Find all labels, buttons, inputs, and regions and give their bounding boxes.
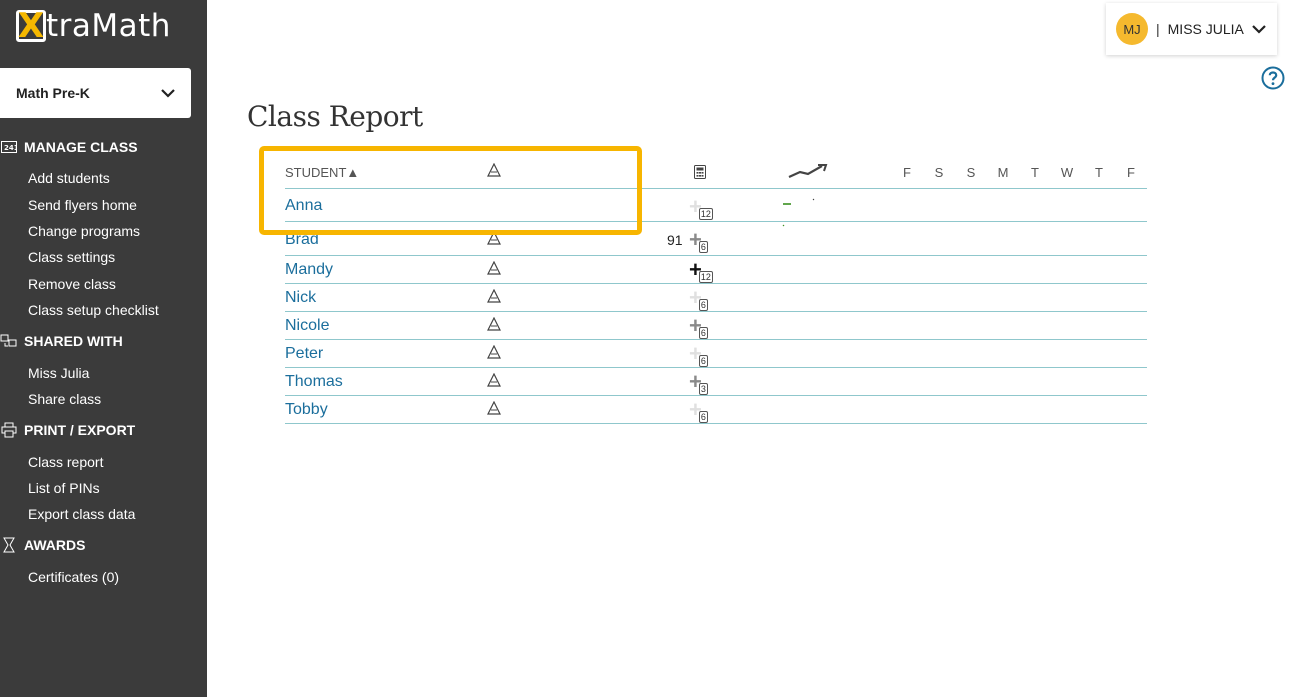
- chevron-down-icon: [1252, 25, 1266, 34]
- nav-miss-julia[interactable]: Miss Julia: [28, 365, 89, 381]
- section-title: SHARED WITH: [24, 333, 123, 349]
- day-header: F: [1127, 165, 1135, 180]
- operation-indicator[interactable]: + 6: [689, 287, 708, 311]
- fluency-icon[interactable]: [487, 316, 501, 336]
- student-column-header[interactable]: STUDENT▲: [285, 165, 359, 180]
- table-row: Nicole + 6: [285, 312, 1147, 340]
- svg-text:241: 241: [4, 144, 17, 152]
- level-badge: 6: [698, 411, 708, 423]
- nav-export-class-data[interactable]: Export class data: [28, 506, 135, 522]
- section-title: PRINT / EXPORT: [24, 422, 136, 438]
- day-header: T: [1031, 165, 1039, 180]
- avatar: MJ: [1116, 13, 1148, 45]
- day-header: W: [1060, 165, 1074, 180]
- operation-indicator[interactable]: + 12: [689, 259, 713, 283]
- nav-class-report[interactable]: Class report: [28, 454, 103, 470]
- section-awards: AWARDS: [0, 537, 85, 553]
- section-manage-class: 241 MANAGE CLASS: [0, 139, 138, 155]
- table-row: Nick + 6: [285, 284, 1147, 312]
- xtramath-logo[interactable]: X traMath: [16, 6, 171, 46]
- fluency-icon[interactable]: [487, 230, 501, 250]
- nav-share-class[interactable]: Share class: [28, 391, 101, 407]
- level-badge: 6: [698, 241, 708, 253]
- student-name-link[interactable]: Thomas: [285, 373, 343, 391]
- page-title: Class Report: [247, 100, 423, 133]
- fluency-icon[interactable]: [487, 372, 501, 392]
- nav-remove-class[interactable]: Remove class: [28, 276, 116, 292]
- level-badge: 6: [698, 299, 708, 311]
- calculator-icon[interactable]: [694, 165, 706, 184]
- student-name-link[interactable]: Nicole: [285, 317, 329, 335]
- table-row: Tobby + 6: [285, 396, 1147, 424]
- operation-indicator[interactable]: + 3: [689, 371, 708, 395]
- fluency-icon[interactable]: [487, 288, 501, 308]
- printer-icon: [0, 422, 18, 438]
- level-badge: 3: [698, 383, 708, 395]
- table-row: Mandy + 12: [285, 256, 1147, 284]
- student-name-link[interactable]: Anna: [285, 197, 322, 215]
- nav-certificates[interactable]: Certificates (0): [28, 569, 119, 585]
- table-row: Peter + 6: [285, 340, 1147, 368]
- nav-class-setup-checklist[interactable]: Class setup checklist: [28, 302, 159, 318]
- sidebar: X traMath Math Pre-K 241 MANAGE CLASS Ad…: [0, 0, 207, 697]
- level-badge: 6: [698, 355, 708, 367]
- student-name-link[interactable]: Nick: [285, 289, 316, 307]
- fluency-icon[interactable]: [487, 162, 501, 182]
- table-header: STUDENT▲ F S S M T W T F: [285, 155, 1147, 189]
- operation-indicator[interactable]: + 6: [689, 399, 708, 423]
- trophy-icon: [0, 537, 18, 553]
- operation-indicator[interactable]: + 6: [689, 229, 708, 253]
- nav-send-flyers[interactable]: Send flyers home: [28, 197, 137, 213]
- nav-list-of-pins[interactable]: List of PINs: [28, 480, 100, 496]
- trend-icon[interactable]: [788, 163, 828, 184]
- chevron-down-icon: [161, 89, 175, 98]
- day-header: S: [966, 165, 976, 180]
- user-name: MISS JULIA: [1167, 21, 1244, 37]
- shared-icon: [0, 333, 18, 349]
- day-header: T: [1095, 165, 1103, 180]
- student-name-link[interactable]: Brad: [285, 231, 319, 249]
- section-title: AWARDS: [24, 537, 86, 553]
- day-header: F: [903, 165, 911, 180]
- section-print-export: PRINT / EXPORT: [0, 422, 135, 438]
- operation-indicator[interactable]: + 6: [689, 343, 708, 367]
- fluency-icon[interactable]: [487, 400, 501, 420]
- section-title: MANAGE CLASS: [24, 139, 138, 155]
- operation-indicator[interactable]: + 12: [689, 196, 713, 220]
- class-icon: 241: [0, 139, 18, 155]
- program-dropdown[interactable]: Math Pre-K: [0, 68, 191, 118]
- section-shared-with: SHARED WITH: [0, 333, 123, 349]
- operation-indicator[interactable]: + 6: [689, 315, 708, 339]
- logo-mark: X: [16, 6, 46, 46]
- nav-class-settings[interactable]: Class settings: [28, 249, 115, 265]
- fluency-icon[interactable]: [487, 260, 501, 280]
- student-name-link[interactable]: Mandy: [285, 261, 333, 279]
- student-name-link[interactable]: Tobby: [285, 401, 328, 419]
- user-menu[interactable]: MJ | MISS JULIA: [1106, 3, 1277, 55]
- logo-text: traMath: [46, 8, 171, 44]
- user-separator: |: [1156, 21, 1160, 37]
- nav-change-programs[interactable]: Change programs: [28, 223, 140, 239]
- program-label: Math Pre-K: [16, 85, 90, 101]
- level-badge: 12: [698, 208, 713, 220]
- table-row: Anna + 12: [285, 189, 1147, 227]
- level-badge: 6: [698, 327, 708, 339]
- help-icon[interactable]: [1261, 66, 1285, 90]
- level-badge: 12: [698, 271, 713, 283]
- nav-add-students[interactable]: Add students: [28, 170, 110, 186]
- class-report-table: STUDENT▲ F S S M T W T F Anna + 12 Brad …: [285, 155, 1147, 424]
- student-name-link[interactable]: Peter: [285, 345, 323, 363]
- table-row: Thomas + 3: [285, 368, 1147, 396]
- score-value: 91: [667, 232, 683, 248]
- day-header: M: [997, 165, 1009, 180]
- table-row: Brad 91 + 6: [285, 222, 1147, 256]
- fluency-icon[interactable]: [487, 344, 501, 364]
- day-header: S: [934, 165, 944, 180]
